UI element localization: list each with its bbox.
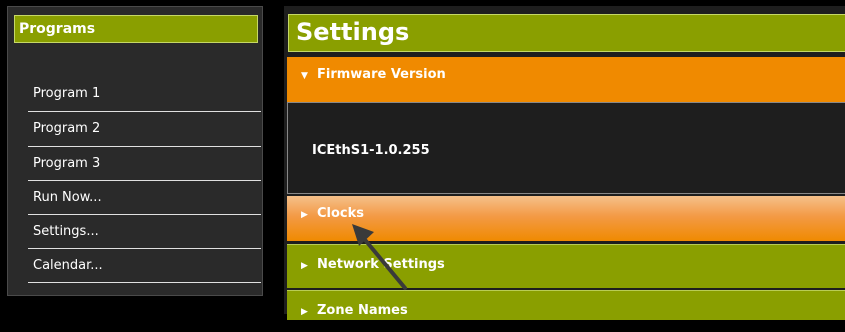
programs-title: Programs bbox=[14, 15, 258, 43]
firmware-version-value: ICEthS1-1.0.255 bbox=[312, 143, 430, 158]
programs-menu: Program 1 Program 2 Program 3 Run Now...… bbox=[28, 77, 261, 283]
triangle-right-icon: ▶ bbox=[301, 307, 308, 317]
triangle-right-icon: ▶ bbox=[301, 261, 308, 271]
menu-item-run-now[interactable]: Run Now... bbox=[28, 181, 261, 215]
triangle-right-icon: ▶ bbox=[301, 210, 308, 220]
zone-names-label: Zone Names bbox=[317, 303, 408, 318]
menu-item-program-2[interactable]: Program 2 bbox=[28, 112, 261, 147]
clocks-label: Clocks bbox=[317, 206, 365, 221]
firmware-version-header[interactable]: ▼ Firmware Version bbox=[287, 57, 845, 102]
menu-item-calendar[interactable]: Calendar... bbox=[28, 249, 261, 283]
firmware-version-body: ICEthS1-1.0.255 bbox=[287, 102, 845, 194]
arrow-pointer-icon bbox=[352, 224, 407, 290]
firmware-version-label: Firmware Version bbox=[317, 67, 446, 82]
menu-item-program-1[interactable]: Program 1 bbox=[28, 77, 261, 112]
menu-item-settings[interactable]: Settings... bbox=[28, 215, 261, 249]
settings-title: Settings bbox=[288, 14, 845, 52]
menu-item-program-3[interactable]: Program 3 bbox=[28, 147, 261, 181]
triangle-down-icon: ▼ bbox=[301, 71, 308, 81]
programs-panel: Programs Program 1 Program 2 Program 3 R… bbox=[7, 6, 263, 296]
